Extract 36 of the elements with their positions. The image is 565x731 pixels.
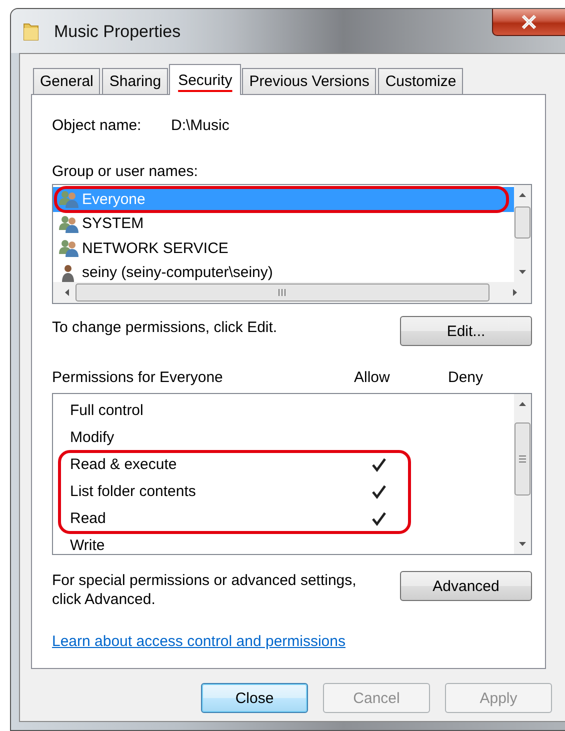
tab[interactable]: General [33,68,100,94]
tab[interactable]: Security [169,64,242,95]
user-list-item[interactable]: seiny (seiny-computer\seiny) [53,260,514,282]
horizontal-scrollbar[interactable] [53,282,531,303]
advanced-button[interactable]: Advanced [400,571,532,601]
column-header: Deny [448,368,484,388]
close-icon [521,15,537,29]
user-group-icon [59,214,79,233]
permission-name: Write [70,537,105,554]
permission-name: Read [70,510,106,527]
close-button[interactable] [492,9,565,36]
dialog-button[interactable]: Close [201,683,308,713]
user-list-item[interactable]: SYSTEM [53,212,514,236]
user-group-icon [59,190,79,208]
permission-name: Modify [70,429,114,446]
field-label: Object name: [52,116,142,136]
permission-name: Read & execute [70,456,177,473]
tab[interactable]: Sharing [102,68,168,94]
user-list-item[interactable]: NETWORK SERVICE [53,236,514,260]
column-header: Allow [354,368,390,388]
permissions-label: Permissions for Everyone [52,368,223,388]
advanced-hint: For special permissions or advanced settings, click Advanced. [52,571,358,609]
edit-button[interactable]: Edit... [400,316,532,346]
edit-hint: To change permissions, click Edit. [52,318,278,338]
section-label: Group or user names: [52,162,199,182]
help-link[interactable]: Learn about access control and permissions [52,633,346,650]
object-name-value: D:\Music [171,116,230,136]
tab[interactable]: Previous Versions [242,68,376,94]
folder-icon [23,21,40,41]
user-group-icon [59,239,79,258]
vertical-scrollbar[interactable] [514,394,531,554]
vertical-scrollbar[interactable] [514,185,531,282]
permission-name: List folder contents [70,483,196,500]
permission-name: Full control [70,402,144,419]
window-title: Music Properties [54,21,181,42]
tab[interactable]: Customize [378,68,464,94]
